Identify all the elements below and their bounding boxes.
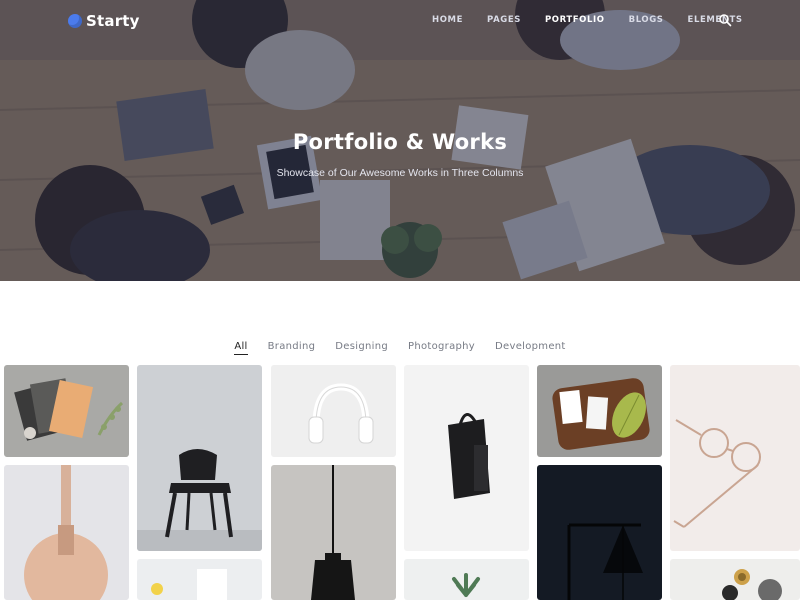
page-subtitle: Showcase of Our Awesome Works in Three C… — [276, 167, 524, 179]
main-nav: HOME PAGES PORTFOLIO BLOGS ELEMENTS — [420, 15, 755, 25]
portfolio-item[interactable] — [404, 559, 529, 600]
succulent-image — [404, 559, 529, 600]
portfolio-item[interactable] — [4, 365, 129, 457]
cards-leaf-image — [537, 365, 662, 457]
portfolio-filter-bar: All Branding Designing Photography Devel… — [0, 341, 800, 355]
eyeglasses-image — [670, 365, 800, 551]
nav-item-elements[interactable]: ELEMENTS — [688, 15, 743, 25]
nav-item-pages[interactable]: PAGES — [487, 15, 521, 25]
filter-all[interactable]: All — [234, 341, 248, 355]
nav-item-home[interactable]: HOME — [432, 15, 463, 25]
portfolio-item[interactable] — [670, 365, 800, 551]
leather-bag-image — [4, 465, 129, 600]
nav-item-portfolio[interactable]: PORTFOLIO — [545, 15, 605, 25]
portfolio-item[interactable] — [137, 365, 262, 551]
portfolio-item[interactable] — [4, 465, 129, 600]
portfolio-item[interactable] — [271, 365, 396, 457]
portfolio-item[interactable] — [670, 559, 800, 600]
logo-icon — [68, 14, 82, 28]
backpack-image — [404, 365, 529, 551]
portfolio-item[interactable] — [537, 365, 662, 457]
page-title: Portfolio & Works — [292, 130, 508, 154]
pendant-lamp-image — [271, 465, 396, 600]
portfolio-item[interactable] — [137, 559, 262, 600]
stationery-image — [4, 365, 129, 457]
filter-branding[interactable]: Branding — [268, 341, 316, 355]
desk-items-image — [137, 559, 262, 600]
candles-image — [670, 559, 800, 600]
filter-photography[interactable]: Photography — [408, 341, 475, 355]
desk-lamp-image — [537, 465, 662, 600]
brand-logo[interactable]: Starty — [68, 12, 140, 30]
portfolio-item[interactable] — [404, 365, 529, 551]
nav-item-blogs[interactable]: BLOGS — [629, 15, 664, 25]
portfolio-item[interactable] — [271, 465, 396, 600]
search-icon[interactable] — [718, 13, 732, 27]
brand-name: Starty — [86, 12, 140, 30]
headphones-image — [271, 365, 396, 457]
filter-development[interactable]: Development — [495, 341, 566, 355]
filter-designing[interactable]: Designing — [335, 341, 388, 355]
portfolio-item[interactable] — [537, 465, 662, 600]
chair-image — [137, 365, 262, 551]
